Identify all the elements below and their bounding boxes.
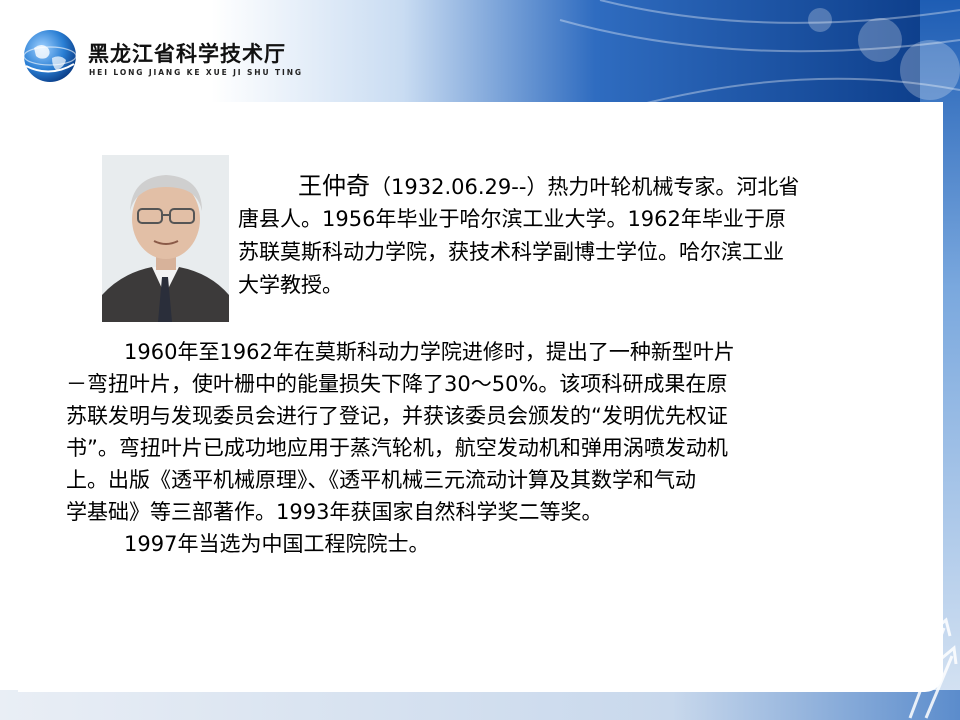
body-line-text: 1997年当选为中国工程院院士。 xyxy=(124,532,430,556)
person-name: 王仲奇 xyxy=(298,172,370,200)
body-paragraph: 1960年至1962年在莫斯科动力学院进修时，提出了一种新型叶片 －弯扭叶片，使… xyxy=(66,336,926,560)
intro-line-text: （1932.06.29--）热力叶轮机械专家。河北省 xyxy=(370,175,800,199)
body-line: 1997年当选为中国工程院院士。 xyxy=(66,528,926,560)
globe-logo-icon xyxy=(23,30,77,82)
body-line: －弯扭叶片，使叶栅中的能量损失下降了30～50%。该项科研成果在原 xyxy=(66,372,728,396)
body-line-text: 1960年至1962年在莫斯科动力学院进修时，提出了一种新型叶片 xyxy=(124,340,735,364)
body-line: 苏联发明与发现委员会进行了登记，并获该委员会颁发的“发明优先权证 xyxy=(66,404,728,428)
slide: 黑龙江省科学技术厅 HEI LONG JIANG KE XUE JI SHU T… xyxy=(0,0,960,720)
intro-line-3: 苏联莫斯科动力学院，获技术科学副博士学位。哈尔滨工业 xyxy=(238,240,784,264)
organization-pinyin: HEI LONG JIANG KE XUE JI SHU TING xyxy=(89,68,303,77)
body-line: 学基础》等三部著作。1993年获国家自然科学奖二等奖。 xyxy=(66,500,603,524)
body-line: 书”。弯扭叶片已成功地应用于蒸汽轮机，航空发动机和弹用涡喷发动机 xyxy=(66,436,728,460)
body-line: 上。出版《透平机械原理》、《透平机械三元流动计算及其数学和气动 xyxy=(66,468,696,492)
intro-line-1: 王仲奇（1932.06.29--）热力叶轮机械专家。河北省 xyxy=(238,170,943,203)
organization-name: 黑龙江省科学技术厅 xyxy=(88,42,286,66)
intro-paragraph: 王仲奇（1932.06.29--）热力叶轮机械专家。河北省 唐县人。1956年毕… xyxy=(238,170,943,302)
person-portrait-icon xyxy=(102,155,229,322)
portrait-photo xyxy=(102,155,229,322)
intro-line-2: 唐县人。1956年毕业于哈尔滨工业大学。1962年毕业于原 xyxy=(238,207,786,231)
decorative-arrows-icon xyxy=(908,617,958,719)
body-line: 1960年至1962年在莫斯科动力学院进修时，提出了一种新型叶片 xyxy=(66,336,926,368)
intro-line-4: 大学教授。 xyxy=(238,273,343,297)
